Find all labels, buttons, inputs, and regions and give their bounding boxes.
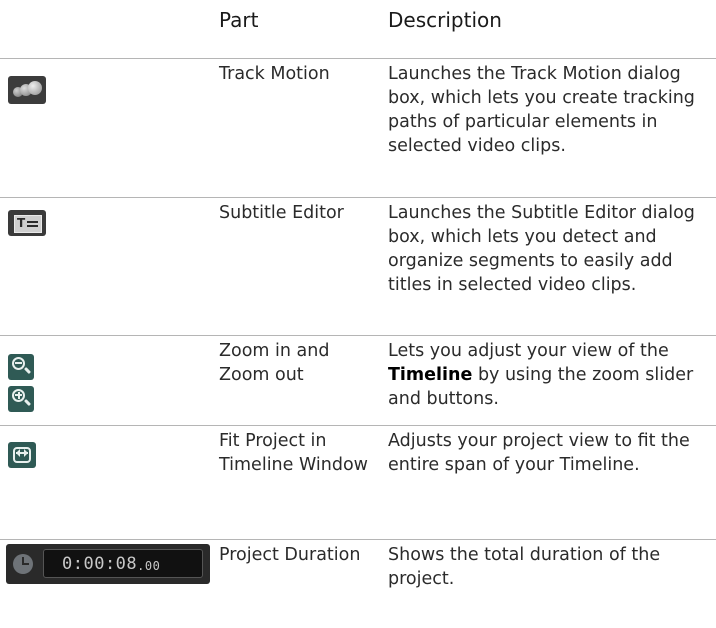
table-row-track-motion: Track Motion Launches the Track Motion d… [0,58,716,197]
duration-timecode-field: 0:00:08.00 [43,549,203,578]
table-row-fit-project: Fit Project in Timeline Window Adjusts y… [0,425,716,539]
part-label: Fit Project in Timeline Window [219,431,368,475]
description-text: Lets you adjust your view of the [388,341,669,361]
fit-project-icon [8,442,36,468]
table-row-subtitle-editor: T Subtitle Editor Launches the Subtitle … [0,197,716,335]
part-description: Launches the Track Motion dialog box, wh… [388,64,695,156]
zoom-out-icon [8,354,34,380]
zoom-in-icon [8,386,34,412]
header-part: Part [219,8,259,32]
table-row-zoom: Zoom in and Zoom out Lets you adjust you… [0,335,716,425]
duration-timecode: 0:00:08.00 [62,554,161,574]
part-label: Project Duration [219,545,361,565]
timeline-term: Timeline [388,365,473,385]
part-label: Zoom in and Zoom out [219,341,330,385]
part-description: Shows the total duration of the project. [388,545,661,589]
table-header: Part Description [0,0,716,58]
header-description: Description [388,8,502,32]
part-label: Track Motion [219,64,330,84]
part-description: Lets you adjust your view of the Timelin… [388,339,698,411]
subtitle-editor-icon: T [8,210,46,236]
part-description: Adjusts your project view to fit the ent… [388,431,690,475]
project-duration-display: 0:00:08.00 [6,544,210,584]
part-description: Launches the Subtitle Editor dialog box,… [388,203,695,295]
part-label: Subtitle Editor [219,203,344,223]
track-motion-icon [8,76,46,104]
parts-table: Part Description Track Motion Launches t… [0,0,716,620]
clock-icon [13,554,33,574]
table-row-project-duration: 0:00:08.00 Project Duration Shows the to… [0,539,716,620]
